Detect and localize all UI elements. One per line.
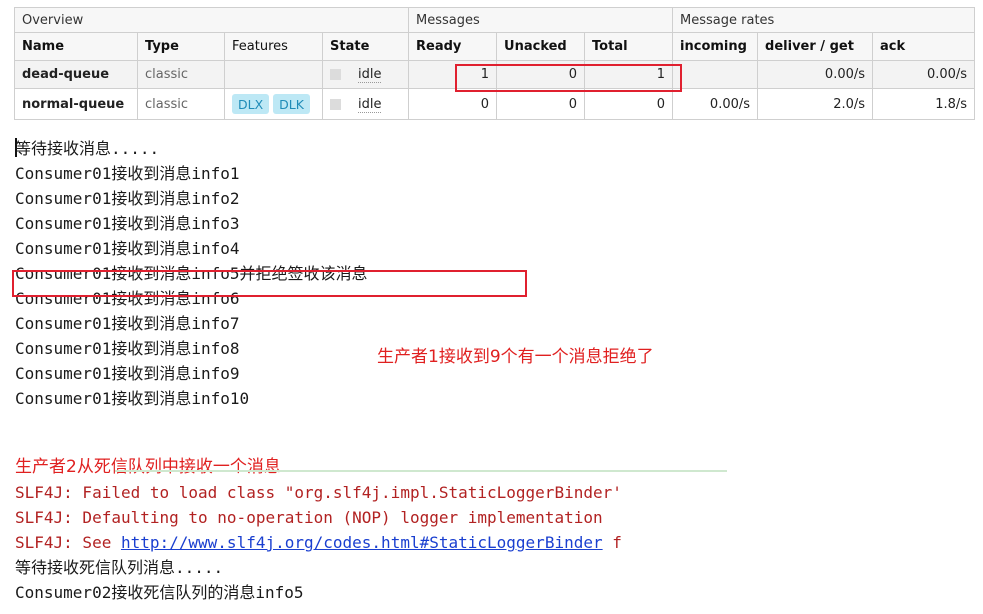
- producer1-annotation: 生产者1接收到9个有一个消息拒绝了: [377, 347, 654, 367]
- ack-rate: 0.00/s: [872, 60, 976, 89]
- divider: [115, 470, 727, 472]
- deliver-get-rate: 2.0/s: [757, 88, 874, 120]
- queue-name-link[interactable]: dead-queue: [14, 60, 138, 89]
- slf4j-error-line: SLF4J: Failed to load class "org.slf4j.i…: [15, 483, 622, 502]
- deliver-get-rate: 0.00/s: [757, 60, 874, 89]
- console-line: 等待接收消息.....: [15, 139, 160, 158]
- state-indicator-icon: [330, 98, 341, 110]
- queue-name-link[interactable]: normal-queue: [14, 88, 138, 120]
- group-overview: Overview: [13, 7, 410, 33]
- table-row[interactable]: normal-queue classic DLX DLK idle 0 0 0 0…: [14, 88, 976, 120]
- console-line: Consumer01接收到消息info10: [15, 389, 250, 408]
- producer2-annotation: 生产者2从死信队列中接收一个消息: [15, 457, 281, 477]
- incoming-rate: [672, 60, 759, 89]
- console-line: Consumer01接收到消息info1: [15, 164, 240, 183]
- console-line: Consumer01接收到消息info4: [15, 239, 240, 258]
- col-ack[interactable]: ack: [872, 32, 976, 61]
- ack-rate: 1.8/s: [872, 88, 976, 120]
- state-label: idle: [358, 67, 382, 83]
- messages-highlight-box: [455, 64, 682, 92]
- table-group-header: Overview Messages Message rates: [13, 7, 976, 33]
- rejected-message-highlight-box: [12, 270, 527, 297]
- col-name[interactable]: Name: [14, 32, 138, 61]
- col-deliver-get[interactable]: deliver / get: [757, 32, 874, 61]
- slf4j-see-suffix: f: [602, 533, 622, 552]
- console-line: 等待接收死信队列消息.....: [15, 558, 224, 577]
- col-type[interactable]: Type: [137, 32, 225, 61]
- slf4j-docs-link[interactable]: http://www.slf4j.org/codes.html#StaticLo…: [121, 533, 603, 552]
- incoming-rate: 0.00/s: [672, 88, 759, 120]
- col-total[interactable]: Total: [584, 32, 674, 61]
- console-line: Consumer01接收到消息info3: [15, 214, 240, 233]
- group-message-rates: Message rates: [672, 7, 976, 33]
- col-features[interactable]: Features: [224, 32, 323, 61]
- queue-type: classic: [137, 60, 225, 89]
- console-line: Consumer02接收死信队列的消息info5: [15, 583, 304, 602]
- slf4j-error-line: SLF4J: Defaulting to no-operation (NOP) …: [15, 508, 603, 527]
- queue-state: idle: [321, 60, 410, 89]
- col-incoming[interactable]: incoming: [672, 32, 759, 61]
- console-line: Consumer01接收到消息info8: [15, 339, 240, 358]
- table-column-header: Name Type Features State Ready Unacked T…: [14, 32, 976, 61]
- console-line: Consumer01接收到消息info2: [15, 189, 240, 208]
- col-ready[interactable]: Ready: [408, 32, 498, 61]
- queue-state: idle: [321, 88, 410, 120]
- state-indicator-icon: [330, 69, 341, 80]
- slf4j-see-line: SLF4J: See http://www.slf4j.org/codes.ht…: [15, 530, 865, 555]
- col-unacked[interactable]: Unacked: [496, 32, 586, 61]
- queue-type: classic: [137, 88, 225, 120]
- feature-tag-dlk: DLK: [273, 94, 310, 114]
- state-label: idle: [358, 96, 382, 113]
- consumer02-console: SLF4J: Failed to load class "org.slf4j.i…: [15, 480, 865, 605]
- total-count: 0: [584, 88, 674, 120]
- group-messages: Messages: [408, 7, 674, 33]
- console-line: Consumer01接收到消息info9: [15, 364, 240, 383]
- col-state[interactable]: State: [321, 32, 410, 61]
- ready-count: 0: [408, 88, 498, 120]
- queue-features: [224, 60, 323, 89]
- unacked-count: 0: [496, 88, 586, 120]
- console-line: Consumer01接收到消息info7: [15, 314, 240, 333]
- queue-features: DLX DLK: [224, 88, 323, 120]
- slf4j-see-prefix: SLF4J: See: [15, 533, 121, 552]
- feature-tag-dlx: DLX: [232, 94, 270, 114]
